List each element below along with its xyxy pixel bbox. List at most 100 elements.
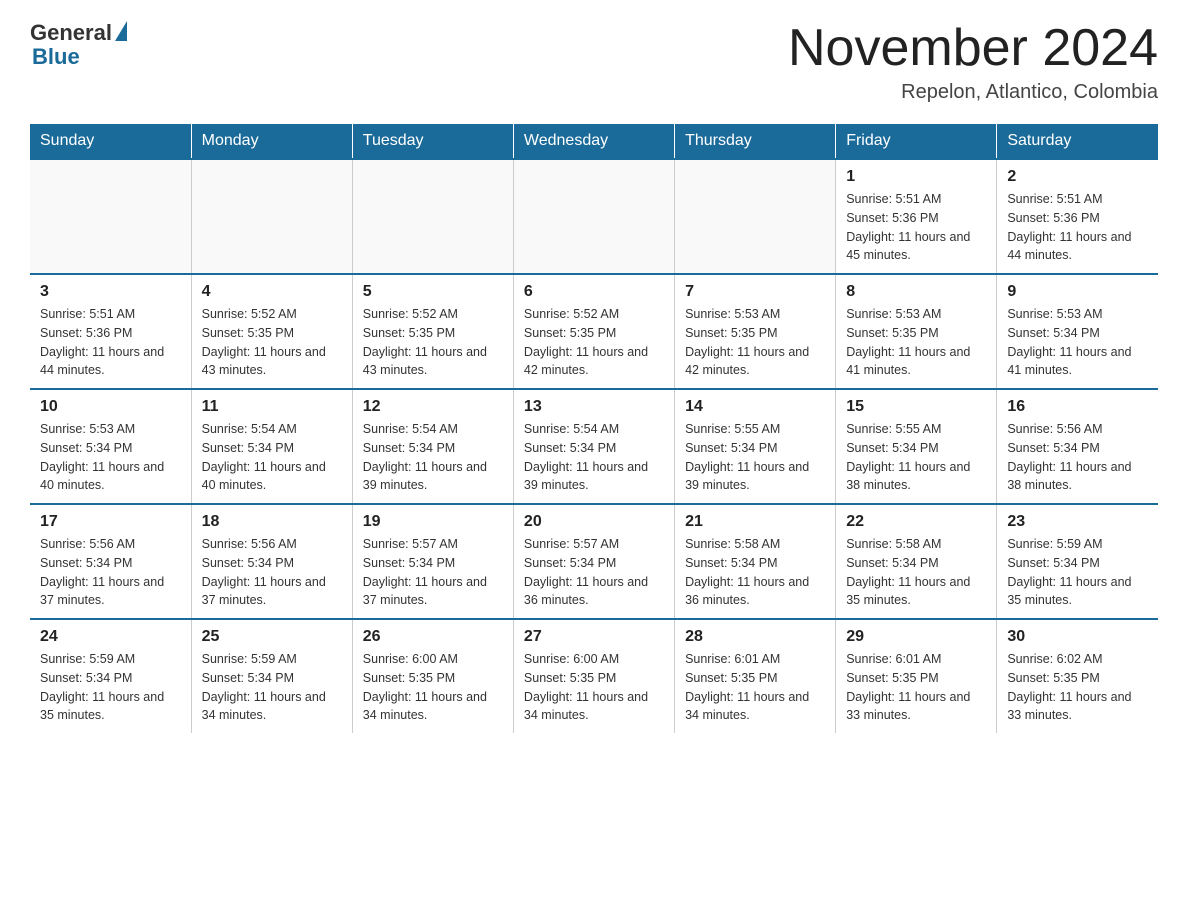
day-info: Sunrise: 5:53 AMSunset: 5:34 PMDaylight:… <box>1007 305 1148 380</box>
calendar-week-row: 3 Sunrise: 5:51 AMSunset: 5:36 PMDaylight… <box>30 274 1158 389</box>
calendar-cell: 10 Sunrise: 5:53 AMSunset: 5:34 PMDayligh… <box>30 389 191 504</box>
day-number: 28 <box>685 628 825 646</box>
day-number: 5 <box>363 283 503 301</box>
calendar-cell: 28Sunrise: 6:01 AMSunset: 5:35 PMDayligh… <box>675 619 836 733</box>
calendar-cell: 12Sunrise: 5:54 AMSunset: 5:34 PMDayligh… <box>352 389 513 504</box>
calendar-week-row: 24 Sunrise: 5:59 AMSunset: 5:34 PMDayligh… <box>30 619 1158 733</box>
logo-triangle-icon <box>115 21 127 41</box>
day-info: Sunrise: 5:51 AMSunset: 5:36 PMDaylight:… <box>40 305 181 380</box>
day-number: 19 <box>363 513 503 531</box>
calendar-week-row: 1 Sunrise: 5:51 AMSunset: 5:36 PMDaylight… <box>30 159 1158 274</box>
day-info: Sunrise: 5:54 AMSunset: 5:34 PMDaylight:… <box>524 420 664 495</box>
day-info: Sunrise: 5:55 AMSunset: 5:34 PMDaylight:… <box>846 420 986 495</box>
day-number: 21 <box>685 513 825 531</box>
calendar-cell: 29 Sunrise: 6:01 AMSunset: 5:35 PMDayligh… <box>836 619 997 733</box>
day-of-week-header: Friday <box>836 124 997 159</box>
day-info: Sunrise: 5:51 AMSunset: 5:36 PMDaylight:… <box>1007 190 1148 265</box>
calendar-cell: 25 Sunrise: 5:59 AMSunset: 5:34 PMDayligh… <box>191 619 352 733</box>
day-info: Sunrise: 5:57 AMSunset: 5:34 PMDaylight:… <box>363 535 503 610</box>
calendar-cell: 4 Sunrise: 5:52 AMSunset: 5:35 PMDaylight… <box>191 274 352 389</box>
day-number: 10 <box>40 398 181 416</box>
calendar-cell <box>513 159 674 274</box>
day-number: 6 <box>524 283 664 301</box>
day-number: 17 <box>40 513 181 531</box>
calendar-cell: 30 Sunrise: 6:02 AMSunset: 5:35 PMDayligh… <box>997 619 1158 733</box>
day-info: Sunrise: 5:53 AMSunset: 5:35 PMDaylight:… <box>846 305 986 380</box>
calendar-title: November 2024 <box>788 20 1158 77</box>
day-info: Sunrise: 5:58 AMSunset: 5:34 PMDaylight:… <box>846 535 986 610</box>
day-number: 26 <box>363 628 503 646</box>
calendar-cell <box>30 159 191 274</box>
calendar-week-row: 17 Sunrise: 5:56 AMSunset: 5:34 PMDayligh… <box>30 504 1158 619</box>
day-of-week-header: Wednesday <box>513 124 674 159</box>
day-of-week-header: Saturday <box>997 124 1158 159</box>
calendar-cell: 22 Sunrise: 5:58 AMSunset: 5:34 PMDayligh… <box>836 504 997 619</box>
day-info: Sunrise: 5:56 AMSunset: 5:34 PMDaylight:… <box>40 535 181 610</box>
day-info: Sunrise: 6:00 AMSunset: 5:35 PMDaylight:… <box>524 650 664 725</box>
day-of-week-header: Monday <box>191 124 352 159</box>
calendar-cell: 6 Sunrise: 5:52 AMSunset: 5:35 PMDaylight… <box>513 274 674 389</box>
day-number: 7 <box>685 283 825 301</box>
day-info: Sunrise: 5:52 AMSunset: 5:35 PMDaylight:… <box>363 305 503 380</box>
calendar-cell: 17 Sunrise: 5:56 AMSunset: 5:34 PMDayligh… <box>30 504 191 619</box>
logo: General Blue <box>30 20 127 70</box>
logo-blue-text: Blue <box>32 44 80 70</box>
day-number: 20 <box>524 513 664 531</box>
day-number: 22 <box>846 513 986 531</box>
day-number: 25 <box>202 628 342 646</box>
day-info: Sunrise: 5:53 AMSunset: 5:34 PMDaylight:… <box>40 420 181 495</box>
day-info: Sunrise: 5:58 AMSunset: 5:34 PMDaylight:… <box>685 535 825 610</box>
calendar-cell: 26Sunrise: 6:00 AMSunset: 5:35 PMDayligh… <box>352 619 513 733</box>
day-number: 16 <box>1007 398 1148 416</box>
day-info: Sunrise: 5:54 AMSunset: 5:34 PMDaylight:… <box>202 420 342 495</box>
day-info: Sunrise: 5:53 AMSunset: 5:35 PMDaylight:… <box>685 305 825 380</box>
day-number: 27 <box>524 628 664 646</box>
day-info: Sunrise: 5:55 AMSunset: 5:34 PMDaylight:… <box>685 420 825 495</box>
day-info: Sunrise: 6:01 AMSunset: 5:35 PMDaylight:… <box>846 650 986 725</box>
calendar-cell: 13 Sunrise: 5:54 AMSunset: 5:34 PMDayligh… <box>513 389 674 504</box>
calendar-table: SundayMondayTuesdayWednesdayThursdayFrid… <box>30 124 1158 733</box>
day-number: 18 <box>202 513 342 531</box>
calendar-cell: 9Sunrise: 5:53 AMSunset: 5:34 PMDaylight… <box>997 274 1158 389</box>
day-number: 8 <box>846 283 986 301</box>
day-number: 4 <box>202 283 342 301</box>
day-number: 3 <box>40 283 181 301</box>
day-info: Sunrise: 6:02 AMSunset: 5:35 PMDaylight:… <box>1007 650 1148 725</box>
page-header: General Blue November 2024 Repelon, Atla… <box>30 20 1158 104</box>
day-info: Sunrise: 5:52 AMSunset: 5:35 PMDaylight:… <box>524 305 664 380</box>
calendar-cell: 8 Sunrise: 5:53 AMSunset: 5:35 PMDaylight… <box>836 274 997 389</box>
day-number: 23 <box>1007 513 1148 531</box>
calendar-cell: 14 Sunrise: 5:55 AMSunset: 5:34 PMDayligh… <box>675 389 836 504</box>
calendar-cell: 3 Sunrise: 5:51 AMSunset: 5:36 PMDaylight… <box>30 274 191 389</box>
day-info: Sunrise: 5:57 AMSunset: 5:34 PMDaylight:… <box>524 535 664 610</box>
calendar-header-row: SundayMondayTuesdayWednesdayThursdayFrid… <box>30 124 1158 159</box>
day-of-week-header: Sunday <box>30 124 191 159</box>
calendar-cell: 23 Sunrise: 5:59 AMSunset: 5:34 PMDayligh… <box>997 504 1158 619</box>
calendar-cell: 5 Sunrise: 5:52 AMSunset: 5:35 PMDaylight… <box>352 274 513 389</box>
calendar-cell: 18 Sunrise: 5:56 AMSunset: 5:34 PMDayligh… <box>191 504 352 619</box>
day-info: Sunrise: 5:52 AMSunset: 5:35 PMDaylight:… <box>202 305 342 380</box>
day-number: 2 <box>1007 168 1148 186</box>
day-number: 30 <box>1007 628 1148 646</box>
day-info: Sunrise: 5:54 AMSunset: 5:34 PMDaylight:… <box>363 420 503 495</box>
calendar-cell: 7 Sunrise: 5:53 AMSunset: 5:35 PMDaylight… <box>675 274 836 389</box>
calendar-cell: 15Sunrise: 5:55 AMSunset: 5:34 PMDayligh… <box>836 389 997 504</box>
calendar-cell: 19 Sunrise: 5:57 AMSunset: 5:34 PMDayligh… <box>352 504 513 619</box>
day-number: 13 <box>524 398 664 416</box>
calendar-week-row: 10 Sunrise: 5:53 AMSunset: 5:34 PMDayligh… <box>30 389 1158 504</box>
day-info: Sunrise: 5:59 AMSunset: 5:34 PMDaylight:… <box>202 650 342 725</box>
day-info: Sunrise: 5:56 AMSunset: 5:34 PMDaylight:… <box>202 535 342 610</box>
calendar-cell: 20 Sunrise: 5:57 AMSunset: 5:34 PMDayligh… <box>513 504 674 619</box>
day-number: 24 <box>40 628 181 646</box>
calendar-cell: 1 Sunrise: 5:51 AMSunset: 5:36 PMDaylight… <box>836 159 997 274</box>
day-number: 11 <box>202 398 342 416</box>
day-info: Sunrise: 5:56 AMSunset: 5:34 PMDaylight:… <box>1007 420 1148 495</box>
day-info: Sunrise: 5:59 AMSunset: 5:34 PMDaylight:… <box>1007 535 1148 610</box>
day-number: 29 <box>846 628 986 646</box>
day-of-week-header: Tuesday <box>352 124 513 159</box>
day-number: 1 <box>846 168 986 186</box>
calendar-cell <box>675 159 836 274</box>
day-number: 14 <box>685 398 825 416</box>
title-section: November 2024 Repelon, Atlantico, Colomb… <box>788 20 1158 104</box>
day-info: Sunrise: 5:51 AMSunset: 5:36 PMDaylight:… <box>846 190 986 265</box>
